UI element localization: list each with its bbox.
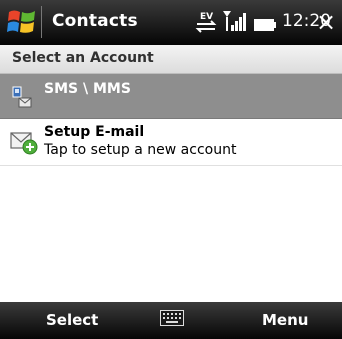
- list-item-sms-mms[interactable]: SMS \ MMS: [0, 74, 342, 119]
- softkey-bar: Select Menu: [0, 302, 342, 339]
- signal-strength-icon: [222, 9, 248, 33]
- keyboard-icon[interactable]: [160, 310, 184, 326]
- ev-data-connection-icon: EV: [194, 9, 220, 35]
- windows-start-icon[interactable]: [6, 4, 38, 40]
- section-header: Select an Account: [0, 45, 342, 74]
- sms-mms-icon: [12, 85, 32, 109]
- sms-mms-label: SMS \ MMS: [44, 81, 131, 97]
- title-bar: Contacts EV 12:20 ×: [0, 0, 342, 45]
- setup-email-subtitle: Tap to setup a new account: [44, 142, 237, 158]
- section-header-label: Select an Account: [12, 50, 154, 66]
- app-title: Contacts: [52, 11, 138, 31]
- close-button[interactable]: ×: [313, 7, 339, 37]
- menu-softkey[interactable]: Menu: [262, 311, 308, 329]
- battery-icon: [254, 16, 276, 31]
- title-separator: [41, 6, 42, 38]
- setup-email-icon: [9, 126, 39, 156]
- svg-text:EV: EV: [200, 12, 213, 22]
- setup-email-title: Setup E-mail: [44, 124, 145, 140]
- select-softkey[interactable]: Select: [46, 311, 98, 329]
- list-item-setup-email[interactable]: Setup E-mail Tap to setup a new account: [0, 119, 342, 166]
- account-list: SMS \ MMS Setup E-mail Tap to setup a ne…: [0, 74, 342, 302]
